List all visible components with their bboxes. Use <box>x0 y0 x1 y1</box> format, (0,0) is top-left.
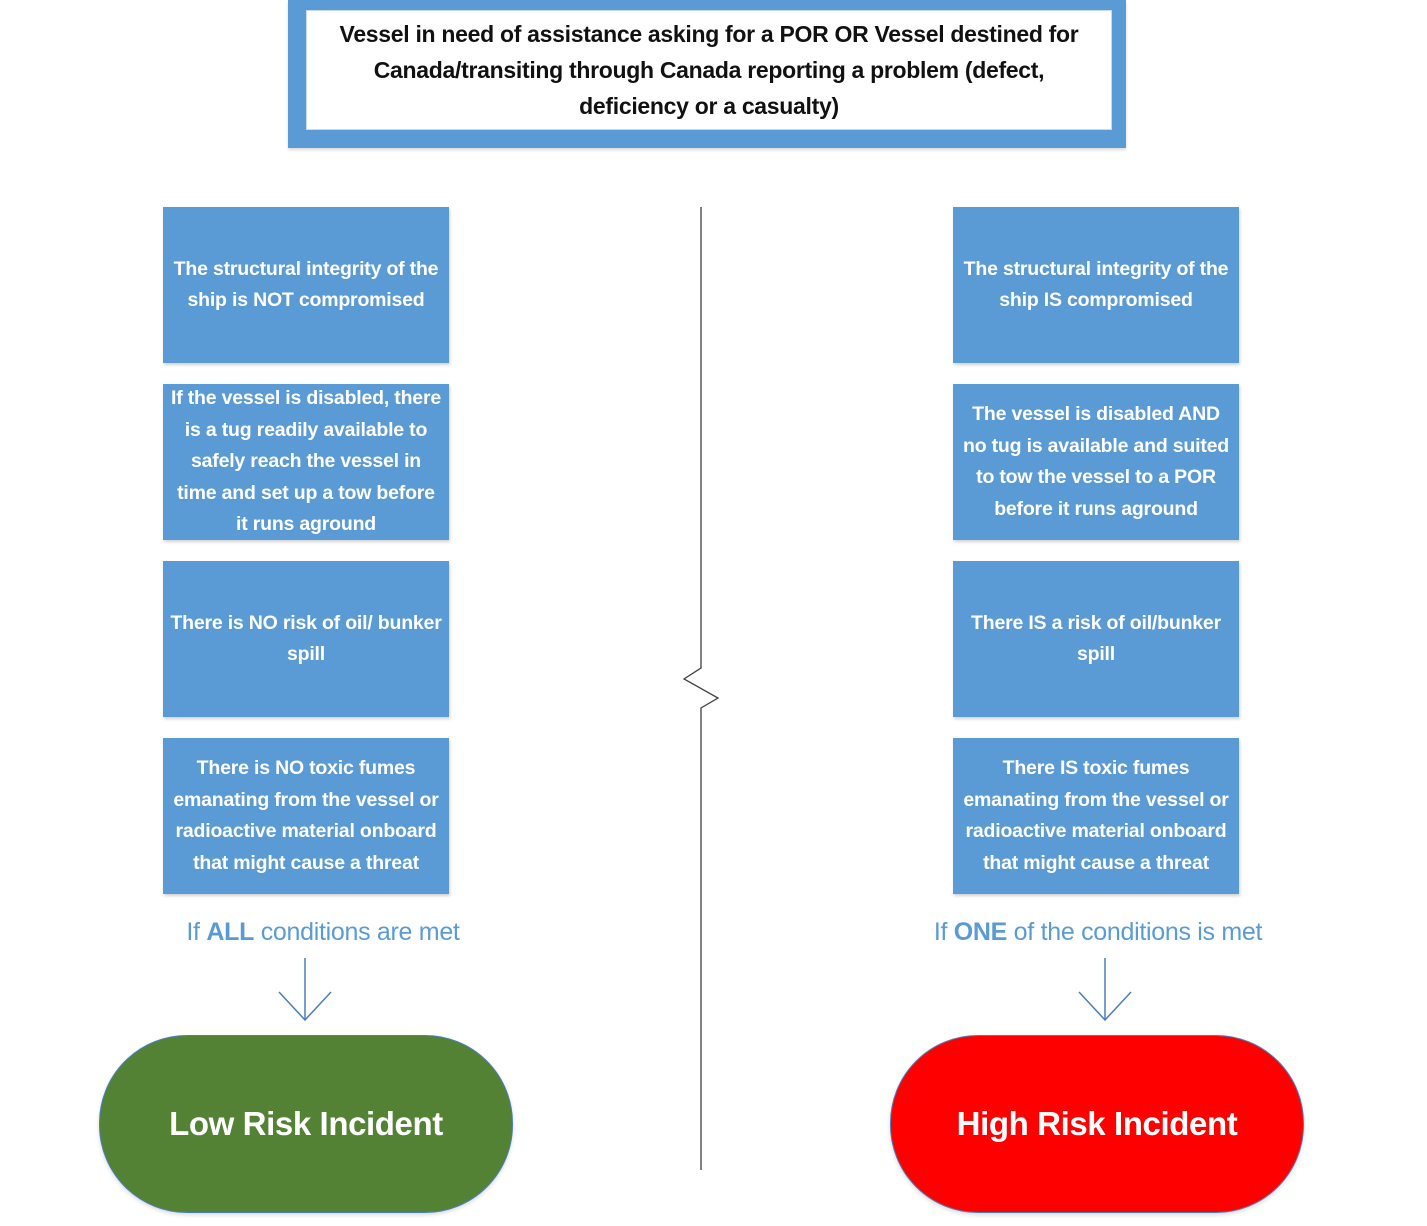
right-caption: If ONE of the conditions is met <box>920 918 1276 947</box>
caption-prefix: If <box>186 918 207 946</box>
right-down-arrow-icon <box>1078 958 1132 1022</box>
caption-suffix: of the conditions is met <box>1007 918 1263 946</box>
condition-text: There IS a risk of oil/bunker spill <box>971 611 1221 666</box>
condition-text: There IS toxic fumes emanating from the … <box>963 757 1229 874</box>
left-condition-structural-integrity: The structural integrity of the ship is … <box>163 207 449 363</box>
left-caption: If ALL conditions are met <box>150 918 496 947</box>
condition-text: The structural integrity of the ship IS … <box>963 257 1229 312</box>
condition-text: There is NO risk of oil/ bunker spill <box>170 611 442 666</box>
left-condition-tug-available: If the vessel is disabled, there is a tu… <box>163 384 449 540</box>
caption-prefix: If <box>933 918 954 946</box>
outcome-label: Low Risk Incident <box>169 1105 443 1142</box>
left-condition-oil-spill: There is NO risk of oil/ bunker spill <box>163 561 449 717</box>
condition-text: If the vessel is disabled, there is a tu… <box>171 387 441 536</box>
condition-text: The structural integrity of the ship is … <box>173 257 439 312</box>
right-condition-oil-spill: There IS a risk of oil/bunker spill <box>953 561 1239 717</box>
high-risk-outcome: High Risk Incident <box>890 1035 1304 1213</box>
condition-text: The vessel is disabled AND no tug is ava… <box>963 403 1229 520</box>
column-divider-break-line <box>682 207 720 1170</box>
right-condition-structural-integrity: The structural integrity of the ship IS … <box>953 207 1239 363</box>
outcome-label: High Risk Incident <box>956 1105 1238 1142</box>
caption-emphasis: ONE <box>953 918 1008 946</box>
caption-emphasis: ALL <box>206 918 255 946</box>
left-down-arrow-icon <box>278 958 332 1022</box>
top-box: Vessel in need of assistance asking for … <box>306 10 1112 130</box>
caption-suffix: conditions are met <box>254 918 460 946</box>
right-condition-no-tug: The vessel is disabled AND no tug is ava… <box>953 384 1239 540</box>
left-condition-toxic-fumes: There is NO toxic fumes emanating from t… <box>163 738 449 894</box>
top-box-text: Vessel in need of assistance asking for … <box>339 21 1079 119</box>
low-risk-outcome: Low Risk Incident <box>99 1035 513 1213</box>
condition-text: There is NO toxic fumes emanating from t… <box>173 757 439 874</box>
right-condition-toxic-fumes: There IS toxic fumes emanating from the … <box>953 738 1239 894</box>
